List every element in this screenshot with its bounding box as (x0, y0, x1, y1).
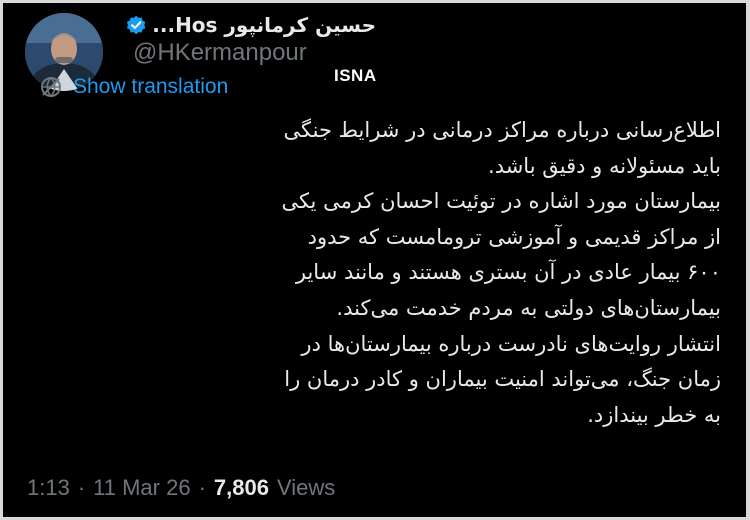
watermark: ISNA (334, 66, 377, 85)
tweet-time[interactable]: 1:13 (27, 475, 70, 501)
tweet-text-line: باید مسئولانه و دقیق باشد. (488, 153, 721, 178)
tweet-text-line: بیمارستان مورد اشاره در توئیت احسان کرمی… (281, 189, 721, 214)
tweet-text-line: به خطر بیندازد. (587, 402, 721, 427)
tweet-text-line: اطلاع‌رسانی درباره مراکز درمانی در شرایط… (283, 118, 721, 142)
meta-separator: · (77, 475, 86, 500)
views-label: Views (276, 475, 336, 500)
tweet-text-line: انتشار روایت‌های نادرست درباره بیمارستان… (301, 331, 721, 356)
tweet-text-line: بیمارستان‌های دولتی به مردم خدمت می‌کند. (336, 295, 721, 320)
views-count[interactable]: 7,806 (214, 475, 269, 501)
tweet-text-line: از مراکز قدیمی و آموزشی ترومامست که حدود (307, 224, 721, 249)
tweet-text-line: زمان جنگ، می‌تواند امنیت بیماران و کادر … (284, 367, 721, 392)
author-display-name: حسین کرمانپور Hos... (152, 13, 376, 37)
author-handle[interactable]: @HKermanpour (133, 39, 307, 67)
tweet-meta: 1:13 · 11 Mar 26 · 7,806 Views (27, 475, 335, 501)
tweet-date[interactable]: 11 Mar 26 (93, 475, 190, 501)
show-translation-button[interactable]: Show translation (39, 75, 228, 99)
meta-separator: · (198, 475, 206, 500)
verified-badge-icon (126, 15, 146, 35)
tweet-text-line: ۶۰۰ بیمار عادی در آن بستری هستند و مانند… (295, 260, 721, 285)
show-translation-label: Show translation (73, 75, 229, 98)
translate-icon (41, 77, 61, 97)
tweet-text: اطلاع‌رسانی درباره مراکز درمانی در شرایط… (21, 113, 721, 433)
tweet-card: حسین کرمانپور Hos... @HKermanpour ISNA S… (0, 0, 750, 520)
author-name-row[interactable]: حسین کرمانپور Hos... (126, 11, 376, 39)
